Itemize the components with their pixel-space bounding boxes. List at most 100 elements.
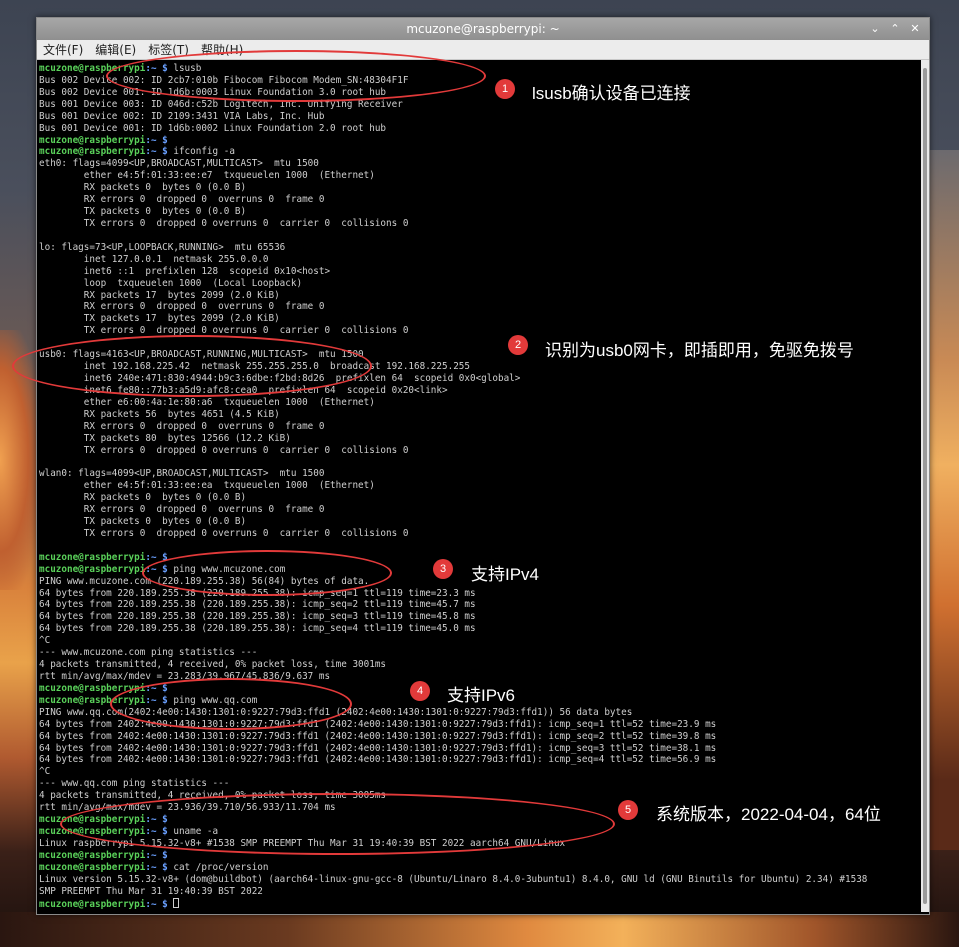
output-text: Bus 001 Device 002: ID 2109:3431 VIA Lab… (39, 110, 325, 122)
menu-help[interactable]: 帮助(H) (201, 41, 243, 58)
terminal-line: ether e4:5f:01:33:ee:e7 txqueuelen 1000 … (39, 170, 923, 182)
output-text: Bus 001 Device 001: ID 1d6b:0002 Linux F… (39, 122, 387, 134)
terminal-line: 64 bytes from 2402:4e00:1430:1301:0:9227… (39, 719, 923, 731)
close-icon[interactable]: ✕ (907, 21, 923, 37)
terminal-line: Bus 001 Device 003: ID 046d:c52b Logitec… (39, 99, 923, 111)
output-text: lo: flags=73<UP,LOOPBACK,RUNNING> mtu 65… (39, 241, 286, 253)
output-text: RX errors 0 dropped 0 overruns 0 frame 0 (39, 301, 325, 313)
title-bar[interactable]: mcuzone@raspberrypi: ~ ⌄ ⌃ ✕ (37, 18, 929, 40)
terminal-line: TX packets 17 bytes 2099 (2.0 KiB) (39, 313, 923, 325)
prompt-user: mcuzone@raspberrypi (39, 563, 146, 575)
prompt-user: mcuzone@raspberrypi (39, 682, 146, 694)
annotation-note-4: 支持IPv6 (447, 686, 516, 705)
output-text: ether e4:5f:01:33:ee:ea txqueuelen 1000 … (39, 480, 375, 492)
output-text: 64 bytes from 220.189.255.38 (220.189.25… (39, 623, 476, 635)
terminal-line: mcuzone@raspberrypi:~ $ uname -a (39, 826, 923, 838)
command-text: lsusb (167, 63, 202, 74)
output-text: rtt min/avg/max/mdev = 23.936/39.710/56.… (39, 802, 336, 814)
output-text: 64 bytes from 2402:4e00:1430:1301:0:9227… (39, 754, 717, 766)
terminal-line: 64 bytes from 2402:4e00:1430:1301:0:9227… (39, 731, 923, 743)
output-text: --- www.qq.com ping statistics --- (39, 778, 230, 790)
output-text: usb0: flags=4163<UP,BROADCAST,RUNNING,MU… (39, 349, 364, 361)
command-text: ping www.qq.com (167, 694, 258, 706)
output-text: Linux raspberrypi 5.15.32-v8+ #1538 SMP … (39, 837, 566, 849)
terminal-line: --- www.mcuzone.com ping statistics --- (39, 647, 923, 659)
annotation-badge-2: 2 (508, 335, 528, 355)
terminal-line: inet 127.0.0.1 netmask 255.0.0.0 (39, 254, 923, 266)
output-text: --- www.mcuzone.com ping statistics --- (39, 647, 258, 659)
output-text: rtt min/avg/max/mdev = 23.283/39.967/45.… (39, 671, 331, 683)
terminal-line: SMP PREEMPT Thu Mar 31 19:40:39 BST 2022 (39, 886, 923, 898)
terminal-line: --- www.qq.com ping statistics --- (39, 778, 923, 790)
terminal-line: eth0: flags=4099<UP,BROADCAST,MULTICAST>… (39, 158, 923, 170)
output-text: TX errors 0 dropped 0 overruns 0 carrier… (39, 527, 409, 539)
menu-edit[interactable]: 编辑(E) (95, 41, 136, 58)
scrollbar-thumb[interactable] (923, 68, 927, 904)
command-text: ping www.mcuzone.com (167, 563, 286, 575)
terminal-line: RX errors 0 dropped 0 overruns 0 frame 0 (39, 194, 923, 206)
prompt-path: :~ $ (145, 849, 168, 861)
terminal-line: mcuzone@raspberrypi:~ $ ifconfig -a (39, 146, 923, 158)
terminal-line: ether e6:00:4a:1e:80:a6 txqueuelen 1000 … (39, 397, 923, 409)
output-text: TX packets 0 bytes 0 (0.0 B) (39, 516, 247, 528)
output-text: Bus 001 Device 003: ID 046d:c52b Logitec… (39, 98, 403, 110)
terminal-line: 64 bytes from 220.189.255.38 (220.189.25… (39, 611, 923, 623)
terminal-line: mcuzone@raspberrypi:~ $ cat /proc/versio… (39, 862, 923, 874)
terminal-line: 64 bytes from 2402:4e00:1430:1301:0:9227… (39, 754, 923, 766)
terminal-line: 4 packets transmitted, 4 received, 0% pa… (39, 659, 923, 671)
menu-bar: 文件(F) 编辑(E) 标签(T) 帮助(H) (37, 40, 929, 60)
prompt-user: mcuzone@raspberrypi (39, 134, 146, 146)
wallpaper-cloud-bottom (0, 912, 959, 947)
output-text: wlan0: flags=4099<UP,BROADCAST,MULTICAST… (39, 468, 325, 480)
terminal-line: RX errors 0 dropped 0 overruns 0 frame 0 (39, 421, 923, 433)
terminal-line: RX packets 0 bytes 0 (0.0 B) (39, 492, 923, 504)
terminal-line: Bus 002 Device 002: ID 2cb7:010b Fibocom… (39, 75, 923, 87)
terminal-line: TX packets 0 bytes 0 (0.0 B) (39, 516, 923, 528)
output-text: RX errors 0 dropped 0 overruns 0 frame 0 (39, 504, 325, 516)
prompt-user: mcuzone@raspberrypi (39, 146, 146, 158)
prompt-user: mcuzone@raspberrypi (39, 849, 146, 861)
terminal-line: lo: flags=73<UP,LOOPBACK,RUNNING> mtu 65… (39, 242, 923, 254)
output-text: RX errors 0 dropped 0 overruns 0 frame 0 (39, 420, 325, 432)
terminal-line: ^C (39, 766, 923, 778)
prompt-user: mcuzone@raspberrypi (39, 694, 146, 706)
annotation-note-1: lsusb确认设备已连接 (532, 84, 691, 103)
terminal-line: 64 bytes from 220.189.255.38 (220.189.25… (39, 588, 923, 600)
terminal-line: ^C (39, 635, 923, 647)
scrollbar[interactable] (921, 60, 929, 912)
prompt-path: :~ $ (145, 682, 168, 694)
menu-tabs[interactable]: 标签(T) (148, 41, 189, 58)
minimize-icon[interactable]: ⌄ (867, 21, 883, 37)
terminal-window: mcuzone@raspberrypi: ~ ⌄ ⌃ ✕ 文件(F) 编辑(E)… (36, 17, 930, 915)
terminal-line: TX packets 0 bytes 0 (0.0 B) (39, 206, 923, 218)
output-text: RX packets 56 bytes 4651 (4.5 KiB) (39, 408, 280, 420)
output-text: ^C (39, 635, 51, 647)
prompt-user: mcuzone@raspberrypi (39, 826, 146, 837)
output-text: SMP PREEMPT Thu Mar 31 19:40:39 BST 2022 (39, 885, 263, 897)
output-text: ether e4:5f:01:33:ee:e7 txqueuelen 1000 … (39, 170, 375, 182)
terminal-line: Linux version 5.15.32-v8+ (dom@buildbot)… (39, 874, 923, 886)
terminal-line: inet6 ::1 prefixlen 128 scopeid 0x10<hos… (39, 266, 923, 278)
output-text: 64 bytes from 220.189.255.38 (220.189.25… (39, 611, 476, 623)
terminal-line: TX packets 80 bytes 12566 (12.2 KiB) (39, 433, 923, 445)
prompt-path: :~ $ (145, 551, 168, 563)
annotation-note-5: 系统版本，2022-04-04，64位 (656, 805, 881, 824)
output-text: loop txqueuelen 1000 (Local Loopback) (39, 277, 303, 289)
prompt-user: mcuzone@raspberrypi (39, 861, 146, 873)
wallpaper-cloud-left (0, 330, 40, 590)
output-text: 64 bytes from 220.189.255.38 (220.189.25… (39, 587, 476, 599)
output-text: RX errors 0 dropped 0 overruns 0 frame 0 (39, 194, 325, 206)
output-text: eth0: flags=4099<UP,BROADCAST,MULTICAST>… (39, 158, 319, 170)
prompt-path: :~ $ (145, 814, 168, 826)
prompt-path: :~ $ (145, 694, 168, 706)
terminal-line: mcuzone@raspberrypi:~ $ (39, 897, 923, 910)
terminal-output[interactable]: mcuzone@raspberrypi:~ $ lsusb Bus 002 Dev… (37, 60, 923, 912)
terminal-line: mcuzone@raspberrypi:~ $ (39, 850, 923, 862)
menu-file[interactable]: 文件(F) (43, 41, 83, 58)
prompt-user: mcuzone@raspberrypi (39, 898, 146, 910)
output-text: inet6 240e:471:830:4944:b9c3:6dbe:f2bd:8… (39, 372, 521, 384)
maximize-icon[interactable]: ⌃ (887, 21, 903, 37)
